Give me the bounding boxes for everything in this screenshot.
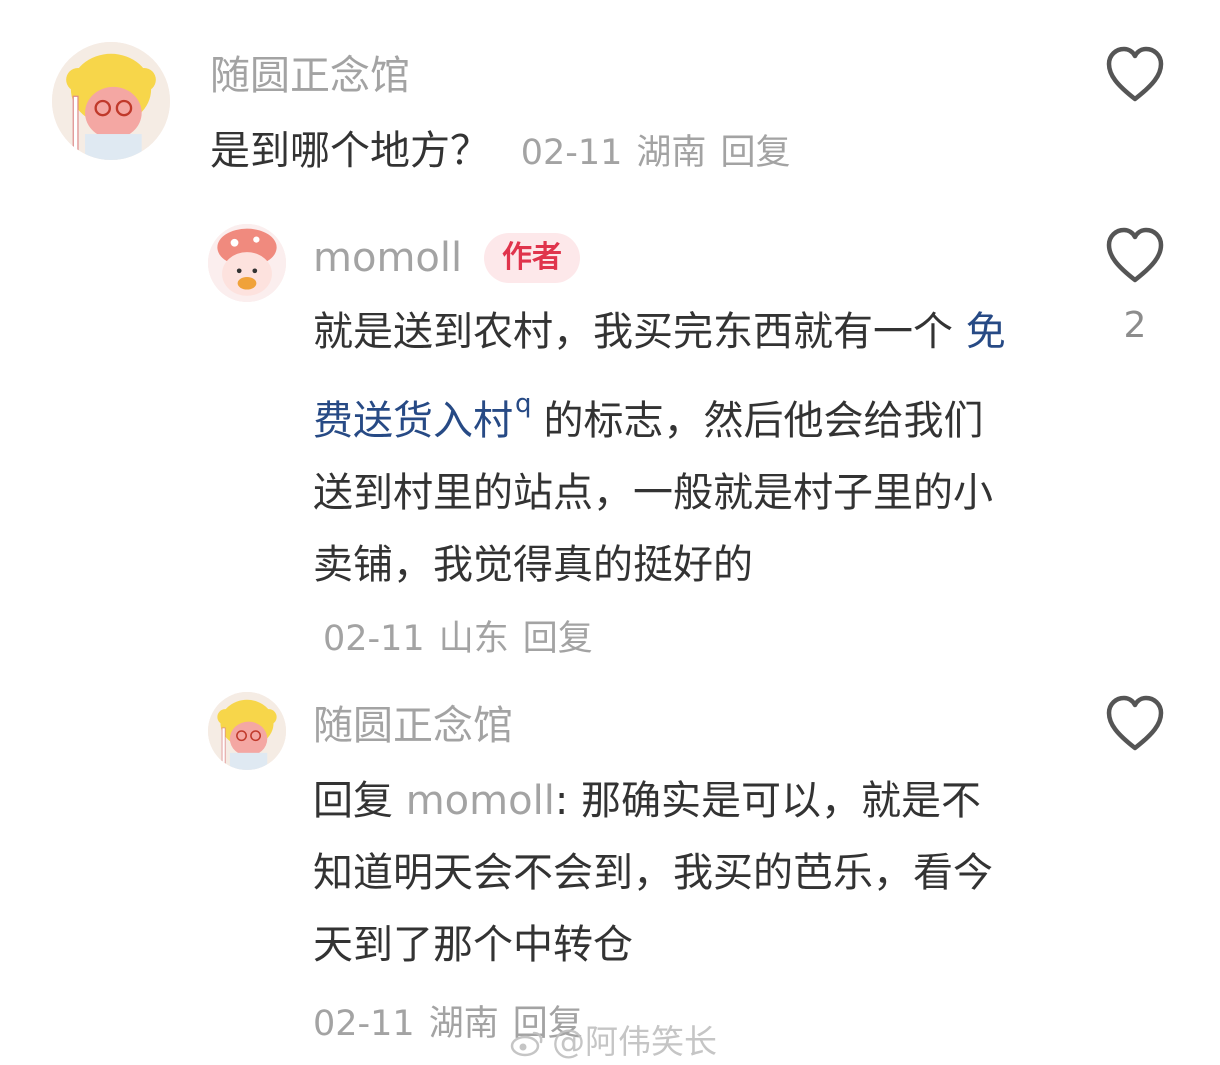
- reply-username[interactable]: 随圆正念馆: [313, 700, 513, 752]
- mention-separator: :: [554, 778, 582, 824]
- avatar-illustration: [208, 224, 286, 302]
- reply-location: 湖南: [428, 1004, 499, 1044]
- avatar[interactable]: [52, 42, 170, 160]
- avatar[interactable]: [208, 224, 286, 302]
- reply-username[interactable]: momoll: [313, 232, 462, 284]
- mention-link[interactable]: momoll: [406, 778, 555, 824]
- comment-username[interactable]: 随圆正念馆: [210, 50, 410, 102]
- avatar-illustration: [208, 692, 286, 770]
- comment-meta: 02-11 湖南 回复: [521, 133, 805, 173]
- weibo-icon: [510, 1031, 543, 1057]
- reply-text: 回复 momoll: 那确实是可以，就是不知道明天会不会到，我买的芭乐，看今天到…: [313, 765, 1013, 981]
- avatar-illustration: [52, 42, 170, 160]
- heart-icon: [1106, 227, 1164, 283]
- reply-date: 02-11: [323, 619, 425, 659]
- reply-meta: 02-11 山东 回复: [323, 619, 607, 659]
- avatar[interactable]: [208, 692, 286, 770]
- like-count: 2: [1123, 305, 1147, 346]
- comment-date: 02-11: [520, 133, 623, 173]
- like-button[interactable]: [1103, 43, 1167, 107]
- watermark: @阿伟笑长: [510, 1015, 717, 1063]
- author-badge: 作者: [484, 233, 580, 283]
- heart-icon: [1106, 46, 1164, 102]
- reply-text: 就是送到农村，我买完东西就有一个 免费送货入村𝗊 的标志，然后他会给我们送到村里的…: [313, 296, 1013, 675]
- like-button[interactable]: [1103, 692, 1167, 756]
- comment-body: 是到哪个地方？: [210, 128, 490, 174]
- comment-location: 湖南: [636, 133, 707, 173]
- reply-location: 山东: [438, 619, 509, 659]
- comment-text: 是到哪个地方？ 02-11 湖南 回复: [210, 115, 1070, 189]
- watermark-text: @阿伟笑长: [552, 1022, 717, 1061]
- search-icon: 𝗊: [515, 389, 532, 419]
- reply-button[interactable]: 回复: [720, 133, 790, 173]
- reply-body-start: 就是送到农村，我买完东西就有一个: [313, 309, 966, 355]
- reply-date: 02-11: [313, 1004, 415, 1044]
- like-button[interactable]: [1103, 224, 1167, 288]
- reply-prefix: 回复: [313, 778, 406, 824]
- reply-button[interactable]: 回复: [523, 619, 593, 659]
- heart-icon: [1106, 695, 1164, 751]
